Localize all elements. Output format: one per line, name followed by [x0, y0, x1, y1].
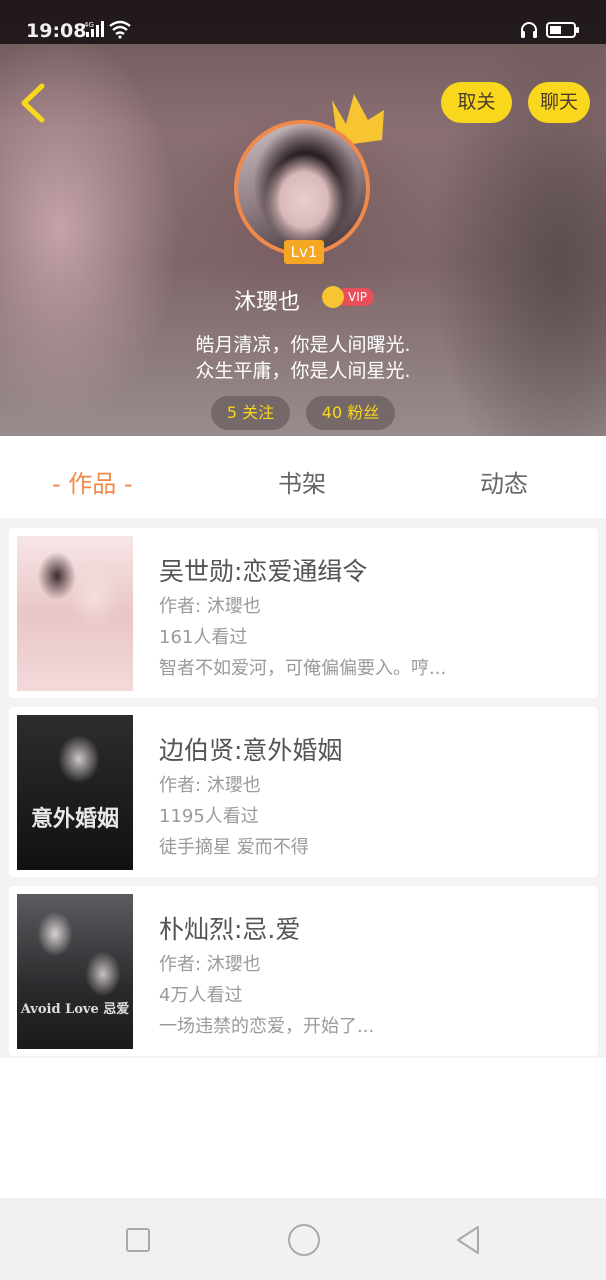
unfollow-button[interactable]: 取关 — [441, 82, 512, 123]
headset-icon — [521, 22, 537, 38]
avatar[interactable] — [234, 120, 370, 256]
wifi-icon — [109, 20, 131, 39]
username: 沐瓔也 — [234, 290, 301, 315]
chat-button[interactable]: 聊天 — [528, 82, 590, 123]
work-author: 作者: 沐瓔也 — [159, 954, 261, 975]
book-cover[interactable]: 意外婚姻 — [17, 715, 133, 870]
fans-count[interactable]: 40 粉丝 — [306, 396, 395, 430]
tab-works[interactable]: - 作品 - — [52, 464, 133, 499]
avatar-wrap — [234, 120, 372, 256]
following-count[interactable]: 5 关注 — [211, 396, 290, 430]
work-title: 吴世勋:恋爱通缉令 — [159, 557, 368, 586]
work-card[interactable]: 意外婚姻 边伯贤:意外婚姻 作者: 沐瓔也 1195人看过 徒手摘星 爱而不得 — [9, 707, 598, 877]
status-bar: 19:08 4G — [0, 0, 606, 44]
home-icon[interactable] — [288, 1224, 320, 1256]
book-cover-title: Avoid Love 忌爱 — [20, 1002, 130, 1017]
work-title: 朴灿烈:忌.爱 — [159, 915, 301, 944]
profile-tabs: - 作品 - 书架 动态 — [0, 436, 606, 518]
work-views: 1195人看过 — [159, 806, 259, 827]
bio-line-1: 皓月清凉，你是人间曙光. — [195, 334, 411, 356]
network-type-label: 4G — [84, 21, 94, 29]
work-author: 作者: 沐瓔也 — [159, 596, 261, 617]
work-description: 徒手摘星 爱而不得 — [159, 837, 309, 858]
back-icon[interactable] — [454, 1224, 482, 1256]
work-title: 边伯贤:意外婚姻 — [159, 736, 343, 765]
signal-icon: 4G — [84, 21, 104, 37]
vip-crown-icon — [322, 286, 344, 308]
work-views: 4万人看过 — [159, 985, 243, 1006]
work-description: 一场违禁的恋爱，开始了... — [159, 1016, 375, 1037]
book-cover[interactable]: Avoid Love 忌爱 — [17, 894, 133, 1049]
tab-bookshelf[interactable]: 书架 — [278, 464, 326, 499]
system-nav-bar — [0, 1198, 606, 1280]
recent-apps-icon[interactable] — [126, 1228, 150, 1252]
work-card[interactable]: 吴世勋:恋爱通缉令 作者: 沐瓔也 161人看过 智者不如爱河，可俺偏偏要入。哼… — [9, 528, 598, 698]
level-badge: Lv1 — [284, 240, 324, 264]
work-views: 161人看过 — [159, 627, 248, 648]
book-cover[interactable] — [17, 536, 133, 691]
work-card[interactable]: Avoid Love 忌爱 朴灿烈:忌.爱 作者: 沐瓔也 4万人看过 一场违禁… — [9, 886, 598, 1056]
book-cover-title: 意外婚姻 — [30, 807, 119, 832]
bio-line-2: 众生平庸，你是人间星光. — [195, 360, 411, 382]
vip-badge: VIP — [322, 286, 374, 308]
profile-header: 19:08 4G 取关 聊天 Lv1 沐瓔也 VIP 皓月清凉，你是人间曙光. … — [0, 0, 606, 436]
status-time: 19:08 — [26, 20, 87, 42]
back-button[interactable] — [16, 82, 50, 124]
tab-activity[interactable]: 动态 — [480, 464, 528, 499]
work-description: 智者不如爱河，可俺偏偏要入。哼... — [159, 658, 447, 679]
work-author: 作者: 沐瓔也 — [159, 775, 261, 796]
battery-icon — [546, 22, 579, 38]
